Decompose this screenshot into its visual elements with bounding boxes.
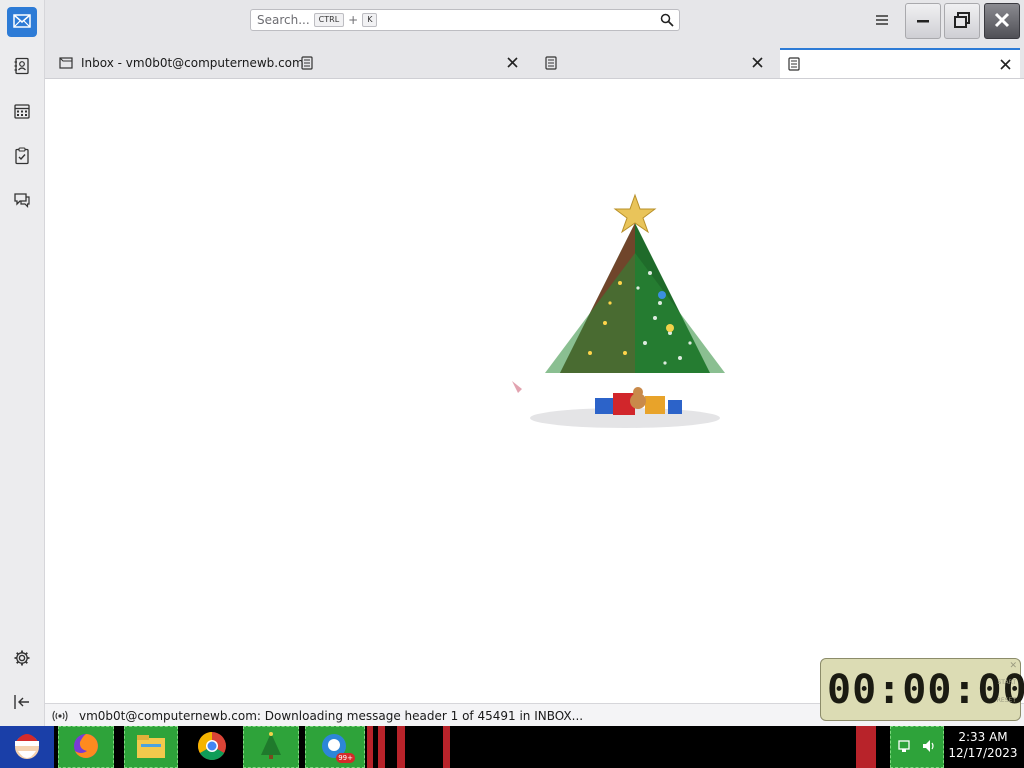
- title-bar: Search... CTRL + K: [45, 0, 1024, 44]
- chat-icon: [13, 191, 31, 212]
- message-page-icon: [545, 56, 559, 70]
- network-icon: [897, 738, 913, 757]
- taskbar-chat-app[interactable]: 99+: [305, 726, 365, 768]
- taskbar-firefox[interactable]: [58, 726, 114, 768]
- volume-icon: [921, 738, 937, 757]
- christmas-tree-image: [512, 193, 725, 428]
- timer-display: 00:00:00: [827, 667, 1024, 713]
- taskbar-window-strip[interactable]: [443, 726, 450, 768]
- close-window-button[interactable]: [984, 3, 1020, 39]
- christmas-tree-icon: [258, 731, 284, 764]
- folder-icon: [59, 56, 73, 70]
- status-text: vm0b0t@computernewb.com: Downloading mes…: [79, 708, 584, 723]
- timer-close-icon[interactable]: ✕: [1009, 661, 1017, 671]
- tab-page-icon: [301, 56, 313, 73]
- notification-badge: 99+: [336, 753, 355, 763]
- mail-icon: [13, 13, 31, 31]
- shortcut-key-k: K: [362, 13, 378, 27]
- tab-inbox[interactable]: Inbox - vm0b0t@computernewb.com: [51, 48, 527, 78]
- taskbar-window-strip[interactable]: [378, 726, 385, 768]
- taskbar-window-strip[interactable]: [397, 726, 405, 768]
- close-icon: [993, 11, 1011, 32]
- santa-start-icon: [10, 729, 44, 766]
- tasks-icon: [13, 146, 31, 168]
- close-tab-icon[interactable]: [998, 57, 1012, 71]
- message-page-icon: [788, 57, 802, 71]
- online-status-icon[interactable]: [51, 709, 69, 723]
- chat-button[interactable]: [7, 186, 37, 216]
- calendar-icon: [13, 102, 31, 123]
- stopwatch-widget[interactable]: 00:00:00 START RESET ✕: [820, 658, 1024, 721]
- chat-bubble-icon: 99+: [319, 731, 355, 763]
- minimize-button[interactable]: [905, 3, 941, 39]
- firefox-icon: [71, 731, 101, 764]
- folder-icon: [135, 732, 167, 763]
- clock-date: 12/17/2023: [948, 746, 1018, 760]
- restore-button[interactable]: [944, 3, 980, 39]
- message-content: [45, 79, 1024, 702]
- settings-button[interactable]: [7, 644, 37, 674]
- timer-start-label[interactable]: START: [997, 679, 1016, 686]
- system-tray-icons[interactable]: [890, 726, 944, 768]
- close-tab-icon[interactable]: [505, 55, 519, 69]
- collapse-spaces-button[interactable]: [7, 688, 37, 718]
- taskbar-clock[interactable]: 2:33 AM 12/17/2023: [946, 729, 1020, 765]
- timer-reset-label[interactable]: RESET: [997, 697, 1016, 704]
- minimize-icon: [915, 12, 931, 31]
- tab-title: Inbox - vm0b0t@computernewb.com: [81, 56, 304, 70]
- search-box[interactable]: Search... CTRL + K: [250, 9, 680, 31]
- search-placeholder: Search...: [257, 13, 310, 27]
- tab-message-3[interactable]: [780, 48, 1020, 78]
- taskbar-christmas-tree-app[interactable]: [243, 726, 299, 768]
- tasks-button[interactable]: [7, 142, 37, 172]
- shortcut-plus: +: [348, 13, 359, 27]
- chrome-icon: [196, 730, 228, 765]
- mail-space-button[interactable]: [7, 7, 37, 37]
- taskbar-window-strip[interactable]: [367, 726, 373, 768]
- address-book-button[interactable]: [7, 52, 37, 82]
- collapse-left-icon: [13, 694, 31, 713]
- hamburger-icon: [875, 14, 889, 29]
- search-icon[interactable]: [660, 13, 674, 30]
- restore-icon: [953, 11, 971, 32]
- calendar-button[interactable]: [7, 97, 37, 127]
- address-book-icon: [13, 57, 31, 78]
- tab-strip: Inbox - vm0b0t@computernewb.com: [45, 44, 1024, 79]
- clock-time: 2:33 AM: [958, 730, 1008, 744]
- taskbar-chrome[interactable]: [188, 726, 236, 768]
- app-menu-button[interactable]: [871, 11, 893, 31]
- tray-app-icon[interactable]: [856, 726, 876, 768]
- taskbar: 99+ 2:33 AM 12/17/2023: [0, 726, 1024, 768]
- gear-icon: [13, 649, 31, 670]
- shortcut-key-ctrl: CTRL: [313, 13, 345, 27]
- spaces-toolbar: [0, 0, 45, 726]
- taskbar-file-explorer[interactable]: [124, 726, 178, 768]
- start-button[interactable]: [0, 726, 54, 768]
- tab-message-2[interactable]: [537, 48, 772, 78]
- close-tab-icon[interactable]: [750, 55, 764, 69]
